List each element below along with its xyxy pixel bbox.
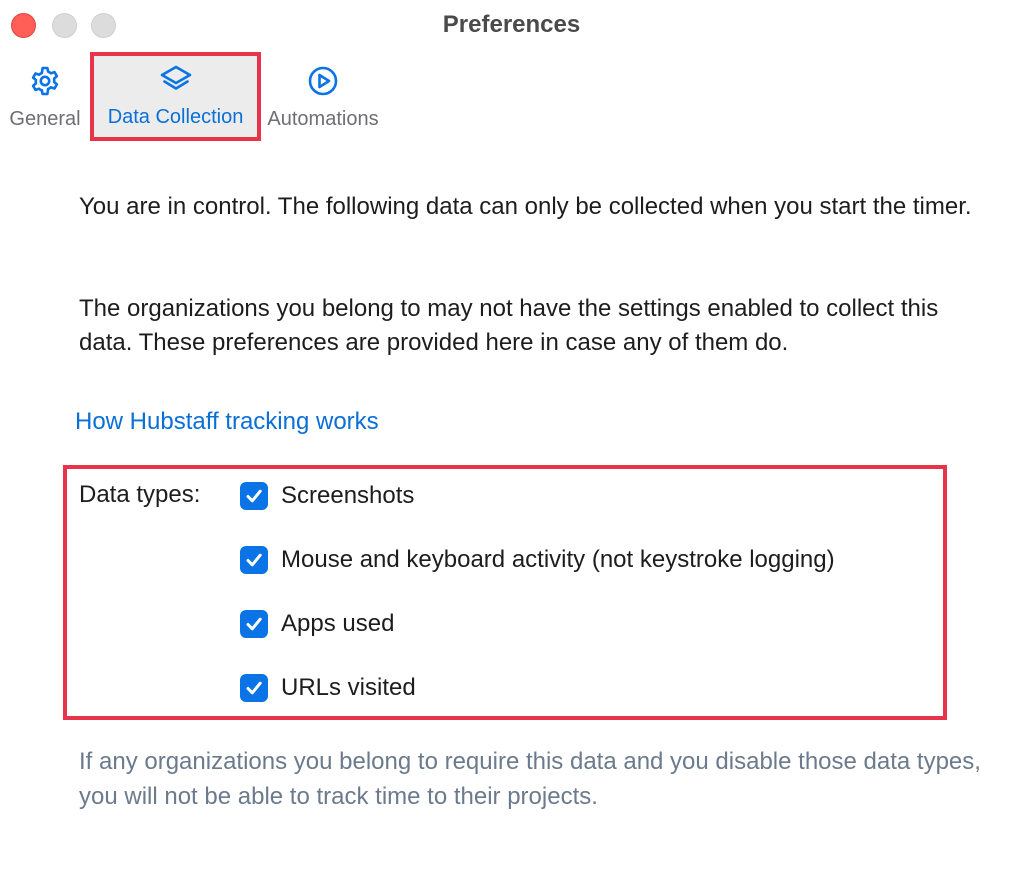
intro-text: You are in control. The following data c… bbox=[79, 193, 972, 220]
apps-used-label: Apps used bbox=[281, 610, 395, 637]
screenshots-checkbox[interactable] bbox=[240, 482, 268, 510]
tab-data-collection-label: Data Collection bbox=[107, 106, 244, 128]
mouse-keyboard-activity-label: Mouse and keyboard activity (not keystro… bbox=[281, 546, 835, 573]
checkmark-icon bbox=[246, 681, 262, 695]
mouse-keyboard-activity-checkbox[interactable] bbox=[240, 546, 268, 574]
urls-visited-checkbox[interactable] bbox=[240, 674, 268, 702]
screenshots-option[interactable]: Screenshots bbox=[240, 481, 414, 511]
checkmark-icon bbox=[246, 617, 262, 631]
tab-automations[interactable]: Automations bbox=[262, 52, 384, 142]
title-bar: Preferences bbox=[0, 0, 1018, 52]
tab-general[interactable]: General bbox=[4, 52, 86, 142]
organizations-note: The organizations you belong to may not … bbox=[79, 295, 939, 356]
window-title: Preferences bbox=[442, 11, 581, 38]
apps-used-option[interactable]: Apps used bbox=[240, 609, 394, 639]
preferences-toolbar: General Data Collection Automations bbox=[0, 52, 1018, 142]
preferences-window: Preferences General Data Collection Auto… bbox=[0, 0, 1018, 876]
data-requirement-footnote: If any organizations you belong to requi… bbox=[79, 748, 981, 810]
how-tracking-works-link[interactable]: How Hubstaff tracking works bbox=[75, 408, 379, 436]
tab-data-collection[interactable]: Data Collection bbox=[90, 52, 261, 141]
layers-icon bbox=[159, 64, 193, 98]
tab-automations-label: Automations bbox=[267, 108, 379, 130]
data-types-label: Data types: bbox=[79, 481, 201, 508]
checkmark-icon bbox=[246, 489, 262, 503]
checkmark-icon bbox=[246, 553, 262, 567]
gear-icon bbox=[29, 64, 61, 98]
play-circle-icon bbox=[307, 64, 339, 98]
apps-used-checkbox[interactable] bbox=[240, 610, 268, 638]
urls-visited-option[interactable]: URLs visited bbox=[240, 673, 416, 703]
mouse-keyboard-activity-option[interactable]: Mouse and keyboard activity (not keystro… bbox=[240, 545, 835, 575]
tab-general-label: General bbox=[9, 108, 81, 130]
screenshots-label: Screenshots bbox=[281, 482, 415, 509]
urls-visited-label: URLs visited bbox=[281, 674, 416, 701]
